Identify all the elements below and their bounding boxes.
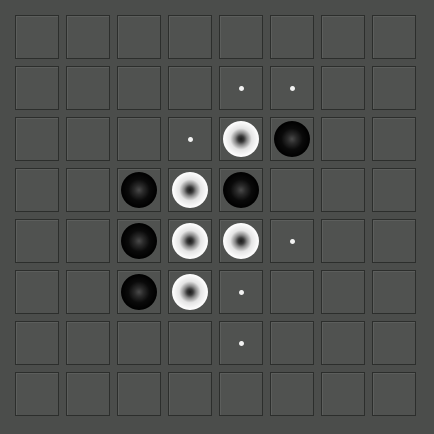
- legal-move-dot-icon: [188, 137, 193, 142]
- board-cell-r7-c5[interactable]: [219, 321, 263, 365]
- black-disc-icon: [223, 172, 259, 208]
- board-cell-r5-c5[interactable]: [219, 219, 263, 263]
- othello-board: [0, 0, 434, 434]
- board-cell-r6-c2[interactable]: [66, 270, 110, 314]
- board-cell-r1-c4[interactable]: [168, 15, 212, 59]
- board-cell-r1-c3[interactable]: [117, 15, 161, 59]
- board-cell-r3-c8[interactable]: [372, 117, 416, 161]
- board-cell-r6-c3[interactable]: [117, 270, 161, 314]
- board-cell-r8-c7[interactable]: [321, 372, 365, 416]
- board-cell-r6-c4[interactable]: [168, 270, 212, 314]
- board-cell-r4-c6[interactable]: [270, 168, 314, 212]
- board-cell-r7-c7[interactable]: [321, 321, 365, 365]
- board-cell-r4-c7[interactable]: [321, 168, 365, 212]
- board-cell-r2-c6[interactable]: [270, 66, 314, 110]
- board-cell-r1-c8[interactable]: [372, 15, 416, 59]
- black-disc-icon: [121, 223, 157, 259]
- board-cell-r7-c4[interactable]: [168, 321, 212, 365]
- board-cell-r7-c2[interactable]: [66, 321, 110, 365]
- board-cell-r5-c6[interactable]: [270, 219, 314, 263]
- board-cell-r2-c4[interactable]: [168, 66, 212, 110]
- legal-move-dot-icon: [239, 341, 244, 346]
- board-cell-r2-c2[interactable]: [66, 66, 110, 110]
- board-cell-r8-c3[interactable]: [117, 372, 161, 416]
- board-cell-r2-c8[interactable]: [372, 66, 416, 110]
- board-cell-r7-c3[interactable]: [117, 321, 161, 365]
- board-cell-r8-c2[interactable]: [66, 372, 110, 416]
- board-cell-r6-c7[interactable]: [321, 270, 365, 314]
- board-cell-r3-c2[interactable]: [66, 117, 110, 161]
- legal-move-dot-icon: [239, 86, 244, 91]
- board-cell-r8-c4[interactable]: [168, 372, 212, 416]
- board-cell-r4-c2[interactable]: [66, 168, 110, 212]
- black-disc-icon: [121, 274, 157, 310]
- white-disc-icon: [172, 223, 208, 259]
- board-cell-r2-c7[interactable]: [321, 66, 365, 110]
- board-cell-r4-c3[interactable]: [117, 168, 161, 212]
- board-cell-r6-c1[interactable]: [15, 270, 59, 314]
- white-disc-icon: [172, 274, 208, 310]
- black-disc-icon: [121, 172, 157, 208]
- board-cell-r3-c3[interactable]: [117, 117, 161, 161]
- legal-move-dot-icon: [290, 239, 295, 244]
- board-cell-r4-c4[interactable]: [168, 168, 212, 212]
- board-cell-r3-c5[interactable]: [219, 117, 263, 161]
- board-cell-r3-c7[interactable]: [321, 117, 365, 161]
- board-cell-r5-c2[interactable]: [66, 219, 110, 263]
- legal-move-dot-icon: [239, 290, 244, 295]
- board-cell-r8-c5[interactable]: [219, 372, 263, 416]
- black-disc-icon: [274, 121, 310, 157]
- white-disc-icon: [172, 172, 208, 208]
- board-cell-r1-c2[interactable]: [66, 15, 110, 59]
- board-cell-r8-c8[interactable]: [372, 372, 416, 416]
- board-cell-r4-c5[interactable]: [219, 168, 263, 212]
- board-cell-r3-c1[interactable]: [15, 117, 59, 161]
- white-disc-icon: [223, 121, 259, 157]
- white-disc-icon: [223, 223, 259, 259]
- board-cell-r4-c8[interactable]: [372, 168, 416, 212]
- board-cell-r7-c8[interactable]: [372, 321, 416, 365]
- board-cell-r5-c3[interactable]: [117, 219, 161, 263]
- board-cell-r8-c6[interactable]: [270, 372, 314, 416]
- board-cell-r3-c4[interactable]: [168, 117, 212, 161]
- board-cell-r2-c3[interactable]: [117, 66, 161, 110]
- board-cell-r3-c6[interactable]: [270, 117, 314, 161]
- board-cell-r1-c6[interactable]: [270, 15, 314, 59]
- board-cell-r5-c4[interactable]: [168, 219, 212, 263]
- board-cell-r8-c1[interactable]: [15, 372, 59, 416]
- board-cell-r2-c5[interactable]: [219, 66, 263, 110]
- board-cell-r1-c5[interactable]: [219, 15, 263, 59]
- legal-move-dot-icon: [290, 86, 295, 91]
- board-cell-r5-c1[interactable]: [15, 219, 59, 263]
- board-cell-r2-c1[interactable]: [15, 66, 59, 110]
- board-cell-r1-c1[interactable]: [15, 15, 59, 59]
- board-cell-r6-c6[interactable]: [270, 270, 314, 314]
- board-cell-r6-c8[interactable]: [372, 270, 416, 314]
- board-cell-r7-c6[interactable]: [270, 321, 314, 365]
- board-cell-r7-c1[interactable]: [15, 321, 59, 365]
- board-cell-r6-c5[interactable]: [219, 270, 263, 314]
- board-cell-r4-c1[interactable]: [15, 168, 59, 212]
- board-cell-r5-c7[interactable]: [321, 219, 365, 263]
- board-cell-r5-c8[interactable]: [372, 219, 416, 263]
- board-cell-r1-c7[interactable]: [321, 15, 365, 59]
